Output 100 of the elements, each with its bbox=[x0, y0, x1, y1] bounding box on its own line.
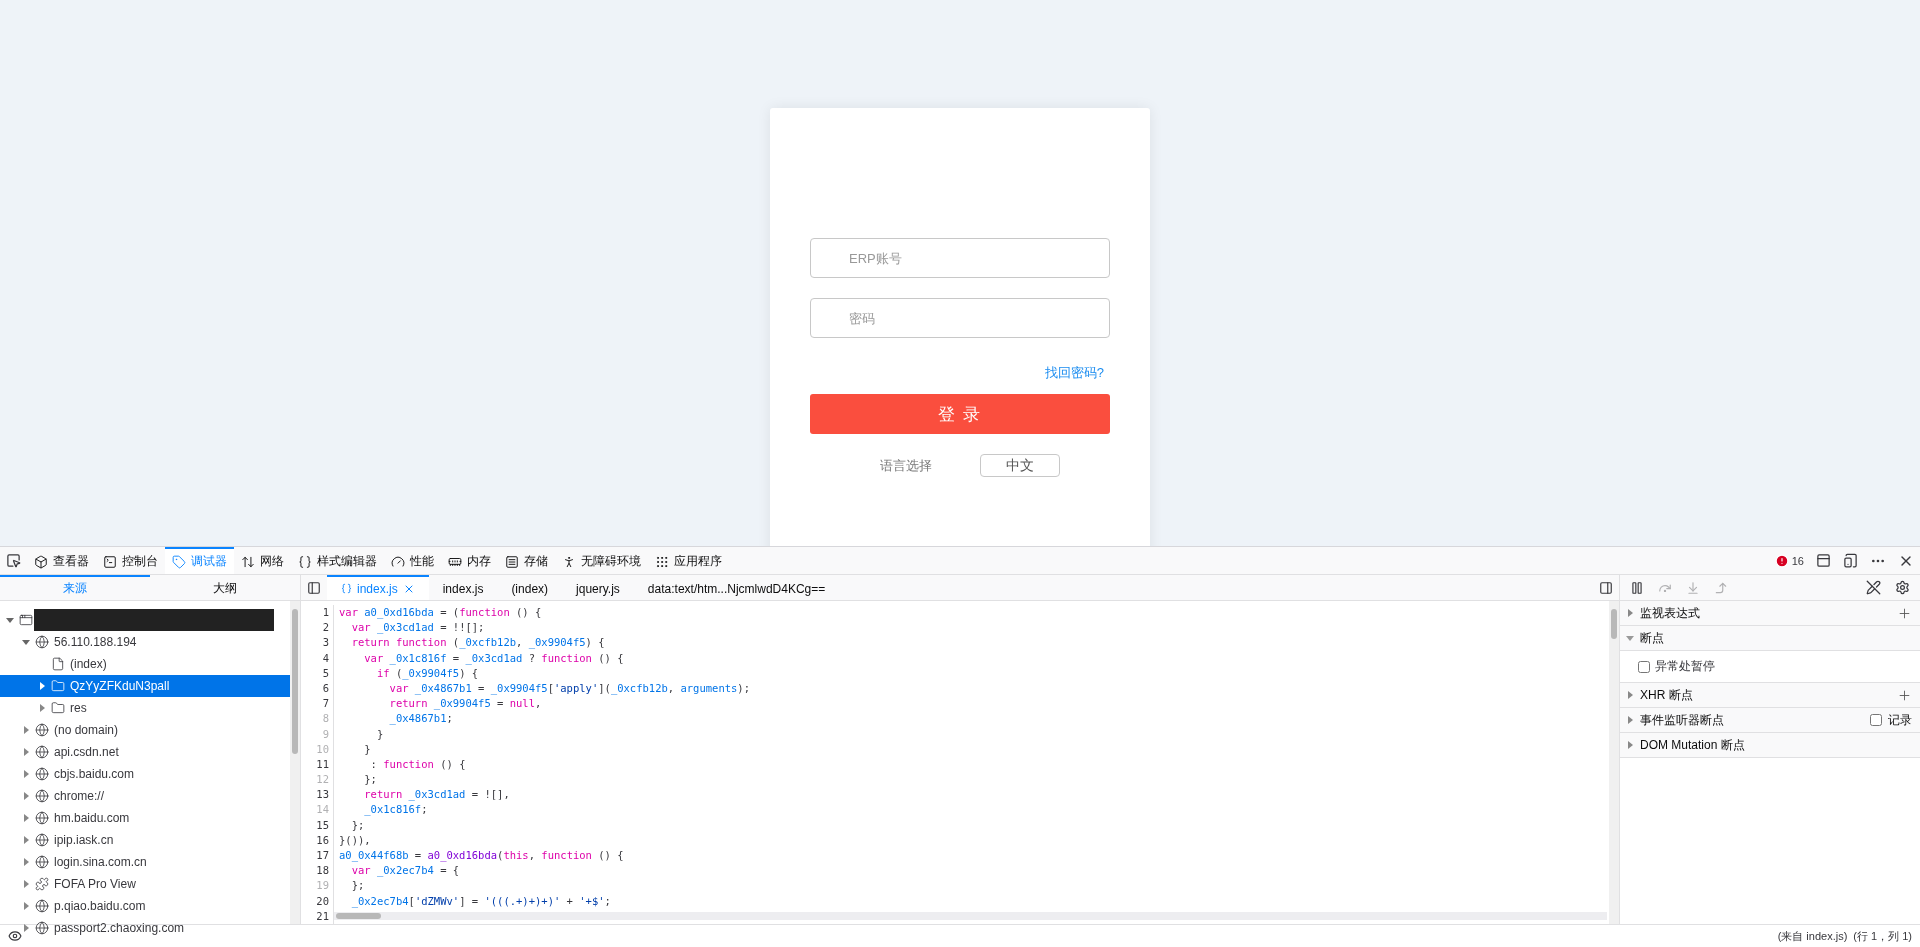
editor-tab[interactable]: index.js bbox=[428, 575, 498, 600]
devtools-tab[interactable]: 应用程序 bbox=[648, 547, 729, 574]
tree-item-label: 56.110.188.194 bbox=[54, 635, 137, 649]
expand-arrow-icon[interactable] bbox=[1626, 716, 1634, 724]
expand-arrow-icon[interactable] bbox=[38, 682, 46, 690]
code-line: _0x4867b1; bbox=[388, 711, 453, 727]
tree-item[interactable]: cbjs.baidu.com bbox=[0, 763, 290, 785]
code-line: return _0x3cd1ad = ![], bbox=[363, 787, 510, 803]
tree-item[interactable]: api.csdn.net bbox=[0, 741, 290, 763]
tree-item[interactable]: login.sina.com.cn bbox=[0, 851, 290, 873]
line-number: 2 bbox=[301, 620, 334, 636]
expand-arrow-icon[interactable] bbox=[22, 770, 30, 778]
forgot-password-link[interactable]: 找回密码? bbox=[1044, 364, 1104, 382]
tree-item[interactable]: 56.110.188.194 bbox=[0, 631, 290, 653]
tree-item[interactable]: FOFA Pro View bbox=[0, 873, 290, 895]
tree-item[interactable]: passport2.chaoxing.com bbox=[0, 917, 290, 939]
devtools-tab[interactable]: 查看器 bbox=[27, 547, 96, 574]
expand-arrow-icon[interactable] bbox=[1626, 609, 1634, 617]
panel-tab[interactable]: 来源 bbox=[0, 575, 150, 600]
devtools-tab[interactable]: 存储 bbox=[498, 547, 555, 574]
line-number: 5 bbox=[301, 665, 334, 681]
collapse-arrow-icon[interactable] bbox=[22, 638, 30, 646]
section-title: XHR 断点 bbox=[1640, 686, 1694, 704]
collapse-arrow-icon[interactable] bbox=[6, 616, 14, 624]
editor-tab[interactable]: (index) bbox=[497, 575, 563, 600]
line-number: 16 bbox=[301, 832, 334, 848]
cursor-position: (行 1，列 1) bbox=[1853, 928, 1912, 944]
expand-arrow-icon[interactable] bbox=[22, 726, 30, 734]
expand-arrow-icon[interactable] bbox=[1626, 741, 1634, 749]
tree-item[interactable]: (index) bbox=[0, 653, 290, 675]
code-line: }; bbox=[350, 817, 365, 833]
box-icon bbox=[34, 554, 48, 569]
scrollbar-thumb[interactable] bbox=[336, 913, 381, 919]
checkbox[interactable] bbox=[1638, 660, 1650, 673]
tree-item[interactable]: (no domain) bbox=[0, 719, 290, 741]
tree-item[interactable]: QzYyZFKduN3pall bbox=[0, 675, 290, 697]
code-line: } bbox=[375, 726, 384, 742]
editor-tab[interactable]: jquery.js bbox=[562, 575, 634, 600]
devtools-tab[interactable]: 调试器 bbox=[165, 547, 234, 574]
section-header[interactable]: 监视表达式 bbox=[1620, 601, 1920, 626]
tree-item[interactable]: ipip.iask.cn bbox=[0, 829, 290, 851]
gauge-icon bbox=[391, 554, 405, 569]
password-field[interactable]: 密码 bbox=[810, 298, 1110, 338]
section-header[interactable]: DOM Mutation 断点 bbox=[1620, 733, 1920, 758]
code-line: a0_0x44f68b = a0_0xd16bda(this, function () { bbox=[338, 848, 624, 864]
add-icon[interactable] bbox=[1897, 605, 1912, 621]
expand-arrow-icon[interactable] bbox=[22, 902, 30, 910]
line-number: 9 bbox=[301, 726, 334, 742]
line-number: 18 bbox=[301, 863, 334, 879]
error-count[interactable]: 16 bbox=[1768, 547, 1810, 574]
line-number: 3 bbox=[301, 635, 334, 651]
devtools-tab[interactable]: 无障碍环境 bbox=[555, 547, 648, 574]
expand-arrow-icon[interactable] bbox=[22, 792, 30, 800]
code-line: if (_0x9904f5) { bbox=[375, 665, 479, 681]
expand-arrow-icon[interactable] bbox=[22, 748, 30, 756]
expand-arrow-icon[interactable] bbox=[22, 880, 30, 888]
language-label: 语言选择 bbox=[880, 456, 932, 475]
tree-item-label: hm.baidu.com bbox=[54, 811, 130, 825]
code-line: var _0x1c816f = _0x3cd1ad ? function () { bbox=[363, 650, 624, 666]
section-header[interactable]: 断点 bbox=[1620, 626, 1920, 651]
devtools-tab[interactable]: 控制台 bbox=[96, 547, 165, 574]
globe-icon bbox=[35, 855, 49, 869]
devtools-tab[interactable]: 性能 bbox=[384, 547, 441, 574]
expand-arrow-icon[interactable] bbox=[22, 924, 30, 932]
eye-icon[interactable] bbox=[8, 929, 22, 943]
terminal-icon bbox=[103, 554, 117, 569]
account-field[interactable]: ERP账号 bbox=[810, 238, 1110, 278]
panel-tab[interactable]: 大纲 bbox=[150, 575, 300, 600]
tag-icon bbox=[172, 554, 186, 569]
window-icon bbox=[19, 613, 33, 627]
devtools-tab[interactable]: 网络 bbox=[234, 547, 291, 574]
globe-icon bbox=[35, 833, 49, 847]
tree-item[interactable]: res bbox=[0, 697, 290, 719]
tree-item[interactable]: p.qiao.baidu.com bbox=[0, 895, 290, 917]
expand-arrow-icon[interactable] bbox=[1626, 691, 1634, 699]
checkbox[interactable] bbox=[1870, 714, 1882, 726]
expand-arrow-icon[interactable] bbox=[22, 836, 30, 844]
section-header[interactable]: XHR 断点 bbox=[1620, 683, 1920, 708]
expand-arrow-icon[interactable] bbox=[22, 858, 30, 866]
devtools-tab[interactable]: 样式编辑器 bbox=[291, 547, 384, 574]
expand-arrow-icon[interactable] bbox=[22, 814, 30, 822]
section-header[interactable]: 事件监听器断点 记录 bbox=[1620, 708, 1920, 733]
tree-item-label: FOFA Pro View bbox=[54, 877, 136, 891]
tree-item[interactable]: chrome:// bbox=[0, 785, 290, 807]
scrollbar-thumb[interactable] bbox=[292, 609, 298, 754]
expand-arrow-icon[interactable] bbox=[38, 704, 46, 712]
devtools-tab[interactable]: 内存 bbox=[441, 547, 498, 574]
collapse-arrow-icon[interactable] bbox=[1626, 634, 1634, 642]
code-line: : function () { bbox=[369, 756, 466, 772]
tree-item[interactable]: hm.baidu.com bbox=[0, 807, 290, 829]
scrollbar-thumb[interactable] bbox=[1611, 609, 1617, 639]
code-line: return _0x9904f5 = null, bbox=[388, 696, 542, 712]
code-line: _0x1c816f; bbox=[363, 802, 428, 818]
file-icon bbox=[51, 657, 65, 671]
editor-tab[interactable]: data:text/htm...NjcmlwdD4KCg== bbox=[633, 575, 840, 600]
add-icon[interactable] bbox=[1897, 687, 1912, 703]
code-line: var _0x4867b1 = _0x9904f5['apply'](_0xcfb12b, arguments); bbox=[388, 680, 750, 697]
language-select[interactable]: 中文 bbox=[980, 454, 1060, 477]
globe-icon bbox=[35, 899, 49, 913]
editor-tab[interactable]: index.js bbox=[327, 575, 429, 600]
